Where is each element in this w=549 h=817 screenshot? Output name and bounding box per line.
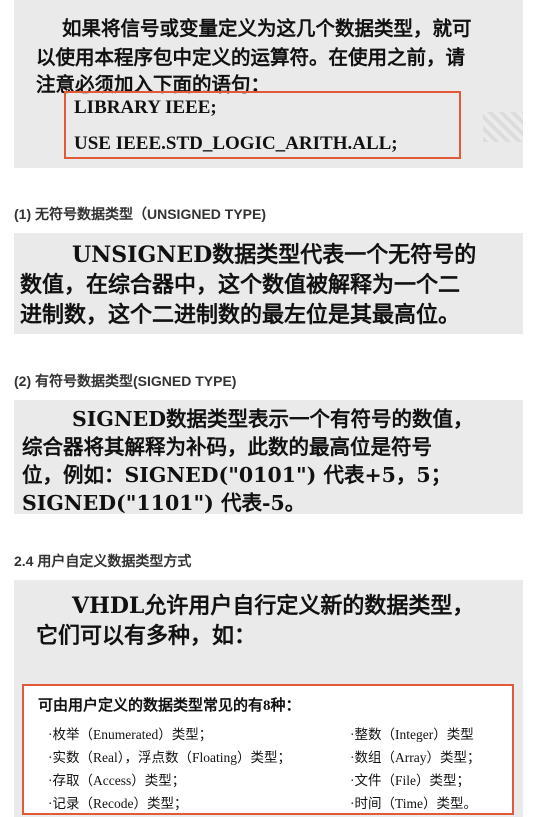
block3-line1: SIGNED数据类型表示一个有符号的数值，: [72, 407, 474, 431]
signed-block: SIGNED数据类型表示一个有符号的数值， 综合器将其解释为补码，此数的最高位是…: [14, 400, 523, 515]
block1-line1: 如果将信号或变量定义为这几个数据类型，就可: [62, 17, 472, 40]
type-real: ·实数（Real），浮点数（Floating）类型；: [48, 750, 291, 765]
type-record: ·记录（Recode）类型；: [48, 796, 188, 811]
block4-line2: 它们可以有多种，如：: [36, 623, 257, 649]
heading-signed: (2) 有符号数据类型(SIGNED TYPE): [14, 373, 237, 389]
user-types-panel: 可由用户定义的数据类型常见的有8种： ·枚举（Enumerated）类型； ·整…: [22, 684, 514, 815]
block3-line3: 位，例如：SIGNED("0101") 代表+5，5；: [22, 463, 452, 487]
type-access: ·存取（Access）类型；: [48, 773, 186, 788]
code-use-line: USE IEEE.STD_LOGIC_ARITH.ALL;: [74, 133, 398, 154]
type-integer: ·整数（Integer）类型: [350, 727, 474, 742]
blurred-watermark: [483, 112, 523, 142]
type-time: ·时间（Time）类型。: [350, 796, 478, 811]
type-file: ·文件（File）类型；: [350, 773, 470, 788]
block2-line2: 数值，在综合器中，这个数值被解释为一个二: [20, 272, 461, 298]
heading-user-defined: 2.4 用户自定义数据类型方式: [14, 553, 192, 569]
library-usage-block: 如果将信号或变量定义为这几个数据类型，就可 以使用本程序包中定义的运算符。在使用…: [14, 0, 523, 168]
code-library-line: LIBRARY IEEE;: [74, 97, 217, 118]
block3-line2: 综合器将其解释为补码，此数的最高位是符号: [22, 435, 432, 459]
block2-line1: UNSIGNED数据类型代表一个无符号的: [72, 242, 477, 268]
type-enumerated: ·枚举（Enumerated）类型；: [48, 727, 213, 742]
type-array: ·数组（Array）类型；: [350, 750, 481, 765]
block3-line4: SIGNED("1101") 代表-5。: [22, 491, 306, 515]
user-types-title: 可由用户定义的数据类型常见的有8种：: [38, 698, 301, 714]
heading-unsigned: (1) 无符号数据类型（UNSIGNED TYPE): [14, 206, 267, 222]
block1-line2: 以使用本程序包中定义的运算符。在使用之前，请: [36, 46, 466, 69]
code-redbox: LIBRARY IEEE; USE IEEE.STD_LOGIC_ARITH.A…: [64, 91, 461, 159]
unsigned-block: UNSIGNED数据类型代表一个无符号的 数值，在综合器中，这个数值被解释为一个…: [14, 233, 523, 334]
block2-line3: 进制数，这个二进制数的最左位是其最高位。: [20, 302, 461, 328]
block4-line1: VHDL允许用户自行定义新的数据类型，: [72, 593, 475, 619]
